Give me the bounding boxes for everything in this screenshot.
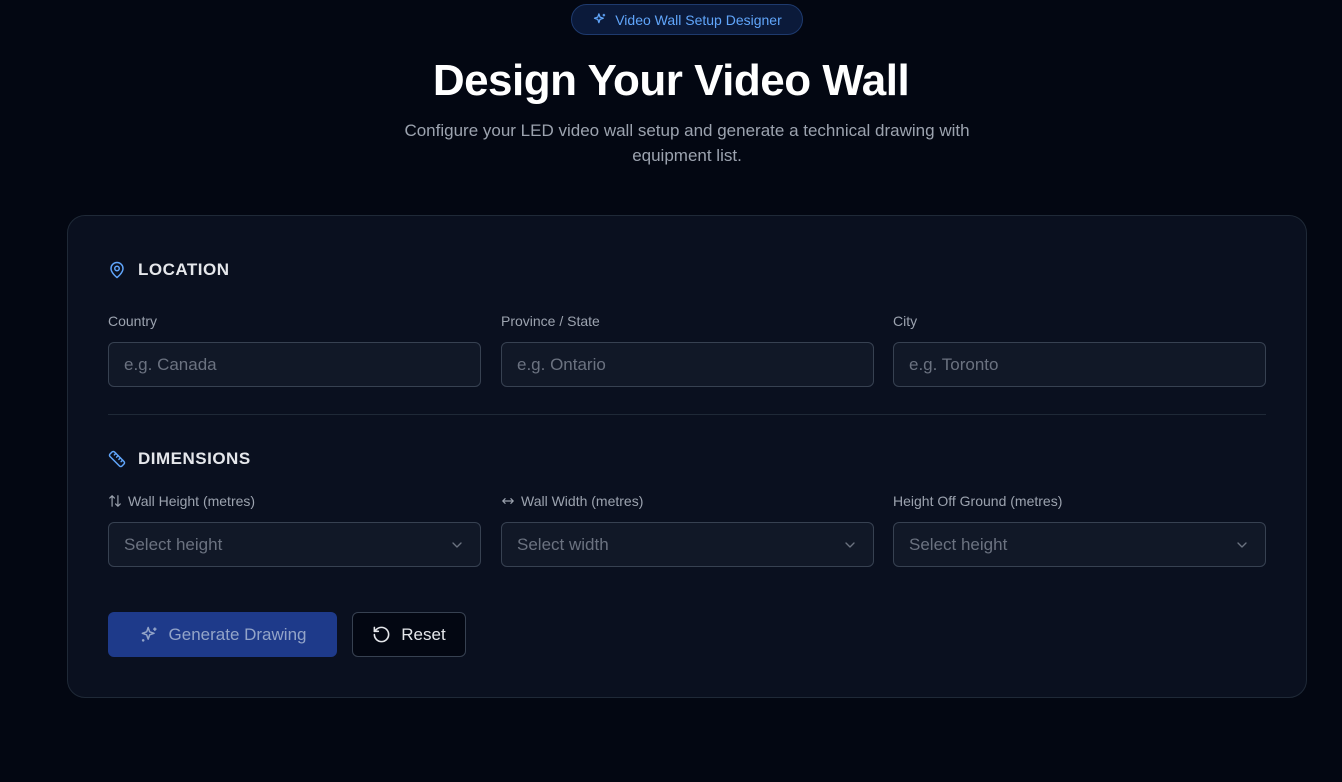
wall-width-select[interactable]: Select width [501,522,874,567]
city-field: City [893,312,1266,387]
app-badge: Video Wall Setup Designer [571,4,803,35]
country-field: Country [108,312,481,387]
country-input[interactable] [124,354,465,375]
reset-button[interactable]: Reset [352,612,466,657]
page: Video Wall Setup Designer Design Your Vi… [0,0,1342,782]
city-label: City [893,313,918,329]
chevron-down-icon [845,541,855,548]
dimensions-section-heading: DIMENSIONS [108,449,251,469]
wall-height-label: Wall Height (metres) [108,492,481,510]
chevron-down-icon [1237,541,1247,548]
province-input[interactable] [517,354,858,375]
chevron-down-icon [452,541,462,548]
arrow-up-down-icon [109,495,121,507]
height-off-ground-selected: Select height [909,534,1008,554]
sparkles-icon [141,626,157,642]
section-divider [108,414,1266,415]
height-off-ground-field: Height Off Ground (metres) Select height [893,492,1266,567]
rotate-ccw-icon [373,626,390,643]
country-label: Country [108,313,158,329]
generate-drawing-label: Generate Drawing [168,624,307,644]
wall-width-label: Wall Width (metres) [501,492,874,510]
dimensions-heading-text: DIMENSIONS [138,449,251,468]
wall-height-select[interactable]: Select height [108,522,481,567]
setup-form-card: LOCATION Country Province / State City [67,215,1307,698]
city-input-wrapper [893,342,1266,387]
province-input-wrapper [501,342,874,387]
wall-width-selected: Select width [517,534,609,554]
badge-label: Video Wall Setup Designer [615,11,782,28]
province-label: Province / State [501,313,600,329]
map-pin-icon [110,261,124,279]
page-title: Design Your Video Wall [432,56,910,105]
generate-drawing-button[interactable]: Generate Drawing [108,612,337,657]
height-off-ground-label: Height Off Ground (metres) [893,492,1266,510]
wall-height-field: Wall Height (metres) Select height [108,492,481,567]
city-input[interactable] [909,354,1250,375]
location-section-heading: LOCATION [108,260,230,280]
location-heading-text: LOCATION [138,260,230,279]
reset-label: Reset [401,624,446,644]
wall-height-label-text: Wall Height (metres) [128,493,256,509]
height-off-ground-label-text: Height Off Ground (metres) [893,493,1063,509]
wall-height-selected: Select height [124,534,223,554]
ruler-icon [108,450,126,468]
sparkles-icon [594,13,606,24]
country-input-wrapper [108,342,481,387]
province-field: Province / State [501,312,874,387]
page-subtitle: Configure your LED video wall setup and … [404,121,970,165]
height-off-ground-select[interactable]: Select height [893,522,1266,567]
wall-width-field: Wall Width (metres) Select width [501,492,874,567]
arrow-left-right-icon [502,498,514,504]
wall-width-label-text: Wall Width (metres) [521,493,644,509]
